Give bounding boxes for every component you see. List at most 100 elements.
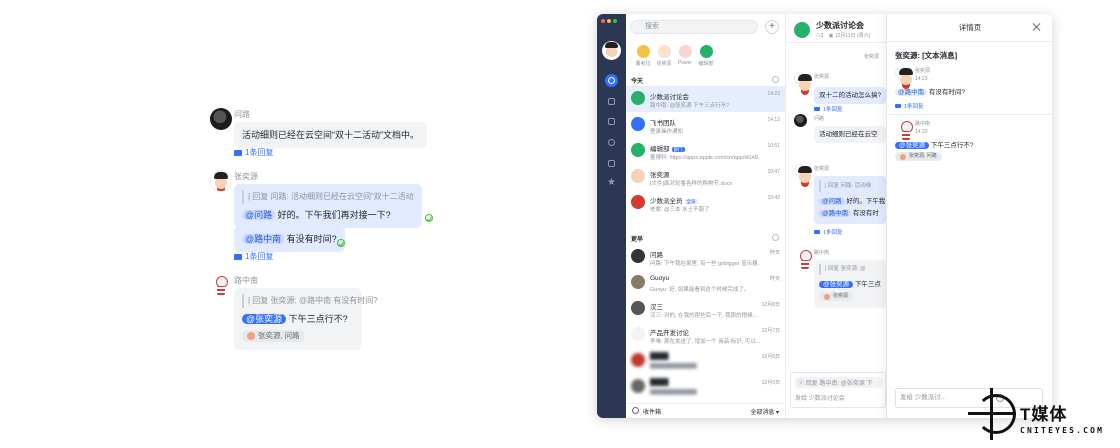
- message-bubble[interactable]: 双十二的活动怎么搞?: [814, 87, 887, 104]
- reaction-chip[interactable]: 张奕源, 问路: [242, 330, 305, 342]
- sender-name: 张奕源: [814, 166, 830, 172]
- chat-preview: ████████████: [650, 389, 697, 395]
- avatar: [631, 353, 645, 367]
- mention-tag[interactable]: @路中南: [242, 234, 285, 244]
- chat-name: Guoyu: [650, 275, 669, 282]
- chat-list-item[interactable]: Guoyu Guoyu: 好, 如果能看到这个时候完成了。 昨天: [626, 270, 785, 296]
- member-count[interactable]: 3: [820, 33, 823, 39]
- message-bubble[interactable]: @路中南 有没有时间?: [234, 226, 345, 252]
- sender-name: 张奕源: [234, 172, 258, 181]
- detail-message: @张奕源 下午三点行不?: [895, 139, 974, 149]
- chat-time: 10:47: [767, 169, 780, 175]
- chat-list-item[interactable]: ████ ████████████ 12月5日: [626, 348, 785, 374]
- avatar: [631, 195, 645, 209]
- chat-name: ████: [650, 379, 668, 386]
- mention-tag[interactable]: @张奕源: [895, 142, 930, 149]
- new-chat-button[interactable]: +: [765, 20, 779, 34]
- pinned-contact[interactable]: 编辑部: [693, 45, 719, 67]
- avatar: [636, 45, 650, 58]
- favorites-icon[interactable]: ★: [605, 177, 618, 191]
- chat-title[interactable]: 少数派讨论会: [816, 20, 864, 31]
- chat-list-item[interactable]: 飞书团队 登录操作通知 14:12: [626, 112, 785, 138]
- reply-count-label: 1条回复: [904, 104, 924, 110]
- cancel-quote-icon[interactable]: ⓧ: [798, 381, 806, 387]
- profile-avatar[interactable]: [602, 41, 621, 60]
- chat-name-text: 产品开发讨论: [650, 330, 689, 337]
- reply-icon: [234, 149, 242, 156]
- avatar: [631, 301, 645, 315]
- reaction-chip[interactable]: 张奕源, 问路: [895, 152, 942, 161]
- chat-time: 14:23: [767, 91, 780, 97]
- group-avatar[interactable]: [794, 22, 810, 38]
- avatar[interactable]: [210, 108, 232, 130]
- message-bubble[interactable]: | 回复 张奕源: @路中南 有没有时间? @张奕源 下午三点行不? 张奕源, …: [234, 288, 378, 350]
- maximize-window-button[interactable]: [613, 19, 617, 23]
- mention-tag[interactable]: @问路: [242, 210, 276, 220]
- reply-count-link[interactable]: 1条回复: [814, 228, 843, 236]
- message-bubble[interactable]: | 回复 张奕源: @ @张奕源 下午三点 张奕源: [814, 260, 886, 308]
- chat-time: 昨天: [769, 250, 780, 256]
- calendar-icon[interactable]: [605, 95, 618, 108]
- reply-count-label: 1条回复: [823, 230, 843, 236]
- chat-list-item[interactable]: 产品开发讨论 李唯: 那在发送了, 增加一个 商品 标识, 可以... 12月7日: [626, 322, 785, 348]
- reply-icon: [814, 230, 820, 234]
- avatar: [631, 91, 645, 105]
- messages-icon[interactable]: [605, 74, 618, 87]
- docs-icon[interactable]: [605, 115, 618, 128]
- chat-list-item[interactable]: 张奕源 [文件]面对轮番各样的购物节.docx 10:47: [626, 164, 785, 190]
- mention-tag[interactable]: @张奕源: [242, 314, 287, 324]
- reply-count-link[interactable]: 1条回复: [895, 102, 924, 110]
- avatar[interactable]: [895, 119, 913, 140]
- chat-list-item[interactable]: ████ ████████████ 12月5日: [626, 374, 785, 400]
- avatar[interactable]: [794, 164, 812, 183]
- collapse-icon[interactable]: [772, 234, 779, 241]
- avatar[interactable]: [794, 248, 812, 269]
- contacts-icon[interactable]: [605, 136, 618, 149]
- close-window-button[interactable]: [601, 19, 605, 23]
- chat-list-item[interactable]: 问路 问路: 下午我在家里, 有一些 gobigger 显示器... 昨天: [626, 244, 785, 270]
- message-filter-dropdown[interactable]: 全部消息 ▾: [750, 407, 779, 416]
- workplace-icon[interactable]: [605, 157, 618, 170]
- chat-list-item[interactable]: 汉三 汉三: 对的, 在我的那些后一下, 我那的稍候... 12月8日: [626, 296, 785, 322]
- message-input[interactable]: 发给 少数派讨论会: [795, 393, 885, 402]
- inbox-label[interactable]: 收件箱: [643, 407, 661, 416]
- message-time: 14:23: [915, 76, 928, 82]
- chat-name: ████: [650, 353, 668, 360]
- avatar: [631, 143, 645, 157]
- reply-count-link[interactable]: 1条回复: [814, 105, 843, 113]
- chat-list-item[interactable]: 编辑部 部门 董博科: https://apps.apple.com/cn/app/…: [626, 138, 785, 164]
- chat-name: 产品开发讨论: [650, 327, 689, 337]
- message-bubble[interactable]: | 回复 问路: 活动细 @问路 好的。下午我 @路中南 有没有时: [814, 176, 886, 224]
- chat-list-item[interactable]: 少数派讨论会 路中南: @张奕源 下午三点行不? 14:23: [626, 86, 785, 112]
- reply-count-link[interactable]: 1条回复: [234, 147, 273, 158]
- message-bubble[interactable]: 活动细则已经在云空间“双十二活动”文档中。: [234, 122, 427, 148]
- avatar[interactable]: [210, 274, 232, 296]
- chat-name: 飞书团队: [650, 117, 676, 127]
- reply-count-link[interactable]: 1条回复: [234, 251, 273, 262]
- chat-list-item[interactable]: 少数派全员 全员 老紫: @三本 水土不服了 10:42: [626, 190, 785, 216]
- avatar: [631, 327, 645, 341]
- chat-time: 12月7日: [761, 328, 780, 334]
- message-bubble[interactable]: 活动细则已经在云空: [814, 126, 886, 143]
- avatar[interactable]: [794, 114, 807, 127]
- chat-preview: 董博科: https://apps.apple.com/cn/app/id148…: [650, 155, 760, 161]
- mention-tag[interactable]: @问路: [819, 198, 845, 205]
- mention-tag[interactable]: @路中南: [819, 210, 852, 217]
- mention-tag[interactable]: @张奕源: [819, 281, 854, 288]
- sender-name: 问路: [234, 110, 250, 119]
- chat-name-text: ████: [650, 353, 669, 360]
- chat-name: 少数派全员 全员: [650, 195, 698, 205]
- minimize-window-button[interactable]: [607, 19, 611, 23]
- mention-tag[interactable]: @路中南: [895, 89, 928, 96]
- avatar[interactable]: [210, 170, 232, 192]
- avatar[interactable]: [895, 66, 913, 85]
- reaction-chip[interactable]: 张奕源: [819, 292, 854, 301]
- collapse-icon[interactable]: [772, 76, 779, 83]
- avatar[interactable]: [794, 72, 812, 91]
- message-bubble[interactable]: | 回复 问路: 活动细则已经在云空间“双十二活动”文档中。 @问路 好的。下午…: [234, 184, 422, 228]
- search-input[interactable]: 搜索: [630, 20, 758, 34]
- composer-quote-text: 回复 路中南: @张奕源 下: [805, 381, 873, 387]
- message-time: 14:23: [915, 129, 928, 135]
- close-icon[interactable]: [1032, 22, 1042, 32]
- chat-name-text: Guoyu: [650, 275, 670, 282]
